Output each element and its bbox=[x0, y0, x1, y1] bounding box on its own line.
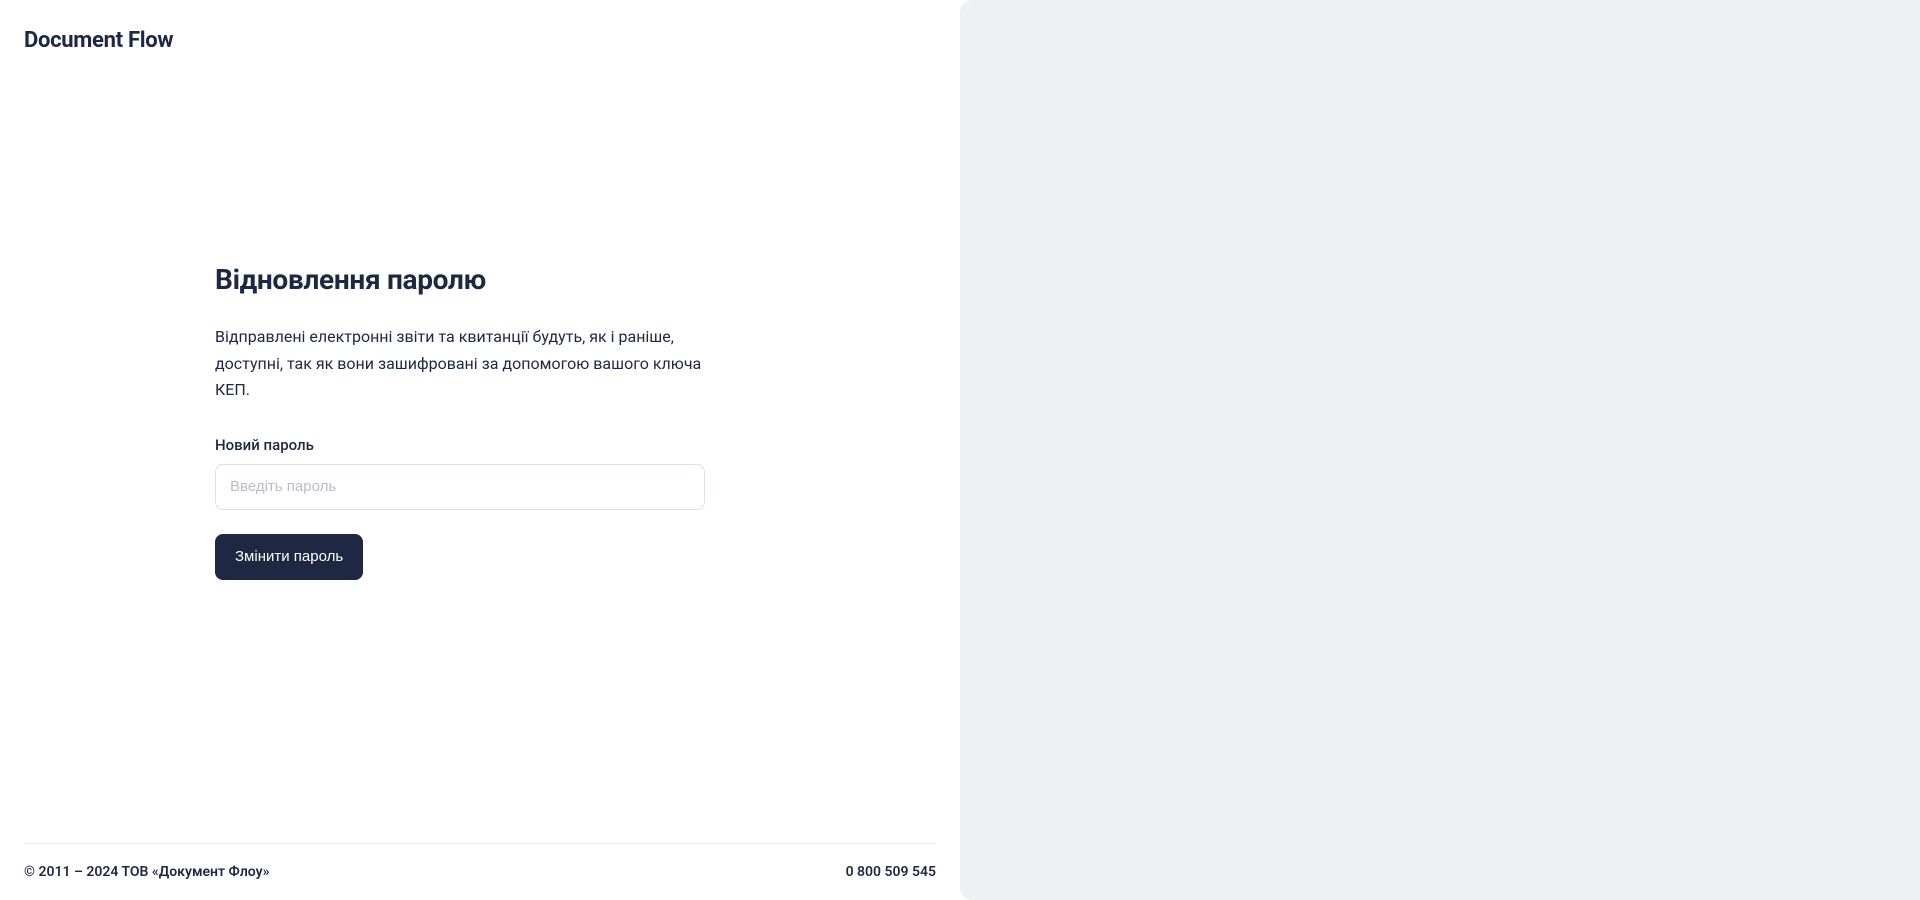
brand-logo: Document Flow bbox=[24, 28, 173, 53]
right-panel bbox=[960, 0, 1920, 900]
password-input[interactable] bbox=[215, 464, 705, 510]
password-reset-form: Відновлення паролю Відправлені електронн… bbox=[215, 263, 705, 579]
phone-number: 0 800 509 545 bbox=[846, 864, 936, 880]
form-description: Відправлені електронні звіти та квитанці… bbox=[215, 324, 705, 403]
submit-button[interactable]: Змінити пароль bbox=[215, 534, 363, 580]
page-title: Відновлення паролю bbox=[215, 263, 705, 296]
footer: © 2011 – 2024 ТОВ «Документ Флоу» 0 800 … bbox=[24, 843, 936, 900]
left-panel: Document Flow Відновлення паролю Відправ… bbox=[0, 0, 960, 900]
password-label: Новий пароль bbox=[215, 436, 705, 454]
content-wrapper: Відновлення паролю Відправлені електронн… bbox=[0, 0, 960, 843]
copyright-text: © 2011 – 2024 ТОВ «Документ Флоу» bbox=[24, 864, 269, 880]
